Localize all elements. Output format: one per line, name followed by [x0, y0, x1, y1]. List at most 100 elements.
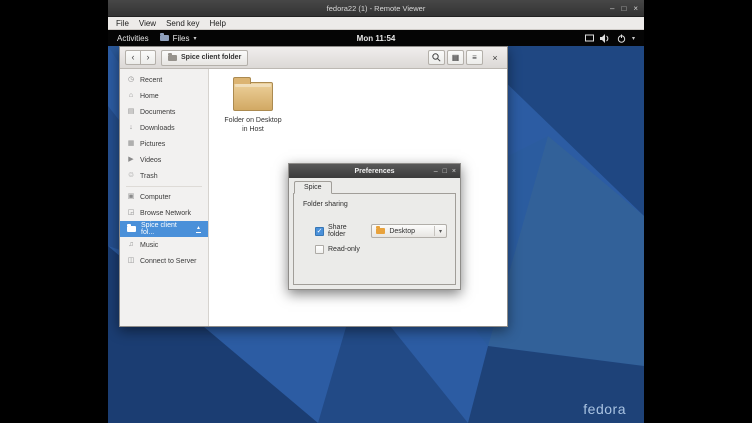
folder-item-label-line2: in Host [224, 125, 281, 134]
files-close-button[interactable]: × [488, 50, 502, 65]
download-icon: ↓ [127, 124, 135, 132]
folder-icon [127, 226, 136, 232]
check-icon: ✓ [317, 228, 323, 235]
search-icon [432, 53, 441, 62]
menu-send-key[interactable]: Send key [161, 19, 204, 28]
preferences-body: Spice Folder sharing ✓ Share folder Desk… [289, 178, 460, 289]
sidebar-item-label: Computer [140, 194, 171, 201]
grid-icon: ▦ [452, 53, 460, 62]
sidebar-item-computer[interactable]: ▣ Computer [120, 189, 208, 205]
desktop: fedora ‹ › Spice client folder [108, 46, 644, 423]
share-folder-checkbox[interactable]: ✓ [315, 227, 324, 236]
preferences-window-controls: – □ × [434, 164, 456, 178]
gnome-top-bar: Activities Files ▾ Mon 11:54 ▾ [108, 30, 644, 46]
folder-select-value: Desktop [389, 228, 415, 235]
breadcrumb[interactable]: Spice client folder [161, 50, 248, 66]
minimize-icon[interactable]: – [610, 4, 614, 13]
music-icon: ♫ [127, 241, 135, 249]
menu-icon: ≡ [472, 53, 477, 62]
remote-viewer-window-controls: – □ × [610, 0, 638, 17]
maximize-icon[interactable]: □ [621, 4, 626, 13]
sidebar-item-home[interactable]: ⌂ Home [120, 88, 208, 104]
sidebar-item-spice-client-folder[interactable]: Spice client fol... ▲ [120, 221, 208, 237]
sidebar-item-recent[interactable]: ◷Recent [120, 72, 208, 88]
files-sidebar: ◷Recent ⌂ Home ▤ Documents ↓ Downloads ▦ Pic… [120, 69, 209, 326]
remote-viewer-title: fedora22 (1) - Remote Viewer [327, 4, 426, 13]
system-status-area[interactable]: ▾ [585, 34, 644, 43]
chevron-down-icon: ▾ [434, 226, 442, 236]
network-icon: ◲ [127, 209, 135, 217]
folder-icon [168, 55, 177, 61]
share-folder-label: Share folder [328, 224, 359, 238]
preferences-title: Preferences [354, 168, 394, 175]
back-button[interactable]: ‹ [125, 50, 141, 65]
sidebar-item-videos[interactable]: ▶ Videos [120, 152, 208, 168]
files-app-icon [160, 35, 169, 41]
forward-button[interactable]: › [140, 50, 156, 65]
close-icon[interactable]: × [452, 168, 456, 175]
chevron-down-icon: ▾ [193, 35, 196, 42]
remote-viewer-titlebar[interactable]: fedora22 (1) - Remote Viewer – □ × [108, 0, 644, 17]
clock-button[interactable]: Mon 11:54 [357, 34, 396, 43]
preferences-dialog: Preferences – □ × Spice Folder sharing ✓ [288, 163, 461, 290]
preferences-titlebar[interactable]: Preferences – □ × [289, 164, 460, 178]
sidebar-item-label: Music [140, 242, 158, 249]
grid-view-button[interactable]: ▦ [447, 50, 464, 65]
menu-view[interactable]: View [134, 19, 161, 28]
folder-item-label: Folder on Desktop in Host [224, 116, 281, 135]
home-icon: ⌂ [127, 92, 135, 100]
remote-viewer-window: fedora22 (1) - Remote Viewer – □ × File … [108, 0, 644, 423]
sidebar-item-label: Pictures [140, 141, 165, 148]
folder-icon [233, 82, 273, 111]
maximize-icon[interactable]: □ [443, 168, 447, 175]
activities-button[interactable]: Activities [117, 34, 149, 43]
breadcrumb-label: Spice client folder [181, 54, 241, 61]
sidebar-item-pictures[interactable]: ▦ Pictures [120, 136, 208, 152]
sidebar-item-label: Downloads [140, 125, 175, 132]
read-only-label: Read-only [328, 246, 360, 253]
preferences-tabs: Spice [293, 181, 456, 193]
files-headerbar: ‹ › Spice client folder ▦ ≡ × [120, 47, 507, 69]
document-icon: ▤ [127, 108, 135, 116]
volume-icon [600, 34, 611, 43]
sidebar-item-label: Connect to Server [140, 258, 196, 265]
eject-icon[interactable]: ▲ [196, 226, 201, 233]
minimize-icon[interactable]: – [434, 168, 438, 175]
power-icon [617, 34, 626, 43]
screen-icon [585, 34, 594, 42]
read-only-checkbox[interactable] [315, 245, 324, 254]
folder-item[interactable]: Folder on Desktop in Host [217, 75, 289, 135]
sidebar-item-documents[interactable]: ▤ Documents [120, 104, 208, 120]
sidebar-item-connect-to-server[interactable]: ◫ Connect to Server [120, 253, 208, 269]
sidebar-item-label: Videos [140, 157, 161, 164]
sidebar-item-music[interactable]: ♫ Music [120, 237, 208, 253]
view-options-button[interactable]: ≡ [466, 50, 483, 65]
chevron-down-icon: ▾ [632, 35, 635, 42]
image-icon: ▦ [127, 140, 135, 148]
sidebar-item-browse-network[interactable]: ◲Browse Network [120, 205, 208, 221]
sidebar-item-downloads[interactable]: ↓ Downloads [120, 120, 208, 136]
sidebar-item-label: Spice client fol... [141, 222, 191, 236]
close-icon[interactable]: × [633, 4, 638, 13]
sidebar-separator [126, 186, 202, 187]
screen: fedora22 (1) - Remote Viewer – □ × File … [0, 0, 752, 423]
menu-file[interactable]: File [111, 19, 134, 28]
computer-icon: ▣ [127, 193, 135, 201]
video-icon: ▶ [127, 156, 135, 164]
sidebar-item-label: Documents [140, 109, 175, 116]
menu-help[interactable]: Help [204, 19, 230, 28]
app-menu-button[interactable]: Files ▾ [160, 34, 197, 43]
sidebar-item-label: Home [140, 93, 159, 100]
close-icon: × [492, 53, 497, 63]
sidebar-item-trash[interactable]: ♲Trash [120, 168, 208, 184]
sidebar-item-label: Trash [140, 173, 158, 180]
clock-icon: ◷ [127, 76, 135, 84]
server-icon: ◫ [127, 257, 135, 265]
folder-select-dropdown[interactable]: Desktop ▾ [371, 224, 447, 238]
spice-tab-page: Folder sharing ✓ Share folder Desktop ▾ [293, 193, 456, 285]
app-menu-label: Files [173, 34, 190, 43]
tab-spice[interactable]: Spice [294, 181, 332, 194]
search-button[interactable] [428, 50, 445, 65]
folder-sharing-label: Folder sharing [303, 201, 447, 208]
remote-viewer-menubar: File View Send key Help [108, 17, 644, 30]
